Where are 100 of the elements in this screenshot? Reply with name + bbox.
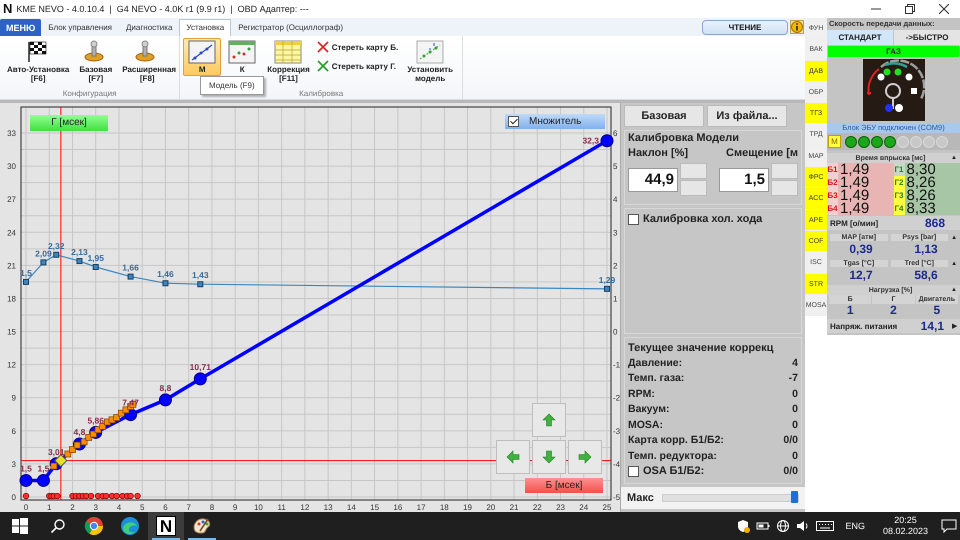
tick-label: 5	[613, 162, 618, 172]
tick-label: 4	[116, 503, 122, 512]
tick-label: 18	[7, 294, 16, 304]
tick-label: 13	[324, 503, 333, 512]
tick-label: 14	[346, 503, 356, 512]
injector-label: Б3	[827, 189, 838, 202]
tick-label: 6	[613, 129, 618, 138]
injection-value: 1,49	[838, 189, 894, 202]
data-label: 2,13	[71, 247, 88, 258]
reading-value: 1,13	[913, 242, 939, 256]
injector-label: Г4	[894, 202, 904, 215]
tick-label: -4	[613, 460, 620, 469]
tick-label: 1	[613, 294, 618, 304]
tick-label: 5	[140, 503, 144, 512]
data-label: 2,09	[35, 248, 52, 258]
group-label: Конфигурация	[62, 89, 118, 99]
injection-value: 1,49	[838, 176, 894, 189]
app-logo: N	[3, 2, 12, 16]
correction-label: RPM:	[628, 388, 655, 400]
window-title: KME NEVO - 4.0.10.4 | G4 NEVO - 4.0K r1 (9.9 r1) | OBD Адаптер: ---	[16, 4, 309, 14]
tick-label: 3	[94, 503, 98, 512]
tick-label: 11	[277, 503, 286, 512]
correction-label: MOSA:	[628, 418, 663, 431]
slider-label: Макс	[627, 492, 654, 504]
tick-label: 3	[12, 460, 16, 469]
group-title: Калибровка Модели	[628, 131, 740, 145]
tick-label: 30	[7, 162, 16, 172]
tick-label: 21	[7, 261, 16, 270]
tick-label: 27	[7, 195, 16, 204]
tick-label: 0	[24, 503, 28, 512]
injector-label: Б1	[827, 163, 838, 176]
tick-label: -1	[613, 360, 620, 370]
tick-label: 24	[579, 503, 588, 512]
tick-label: 22	[532, 503, 542, 512]
data-label: 8,8	[160, 382, 172, 393]
tick-label: 2	[70, 503, 75, 512]
reading-label: Напряж. питания	[830, 322, 898, 330]
correction-value: 0	[792, 388, 798, 400]
tick-label: 6	[163, 503, 168, 512]
tick-label: -3	[613, 426, 620, 436]
reading-value: 0,39	[848, 242, 874, 256]
reading-value: 14,1	[920, 319, 944, 333]
data-label: 1,43	[192, 270, 209, 280]
reading-value: 12,7	[848, 268, 874, 282]
field-label: Смещение [м	[726, 147, 798, 159]
injection-value: 8,30	[904, 163, 960, 176]
injection-value: 8,26	[904, 189, 960, 202]
fuel-indicator: ГАЗ	[828, 46, 959, 57]
group-label: Калибровка	[298, 89, 344, 99]
correction-value: -7	[788, 372, 798, 384]
tick-label: 10	[254, 503, 263, 512]
tick-label: 6	[12, 426, 16, 436]
axis-label: Б [мсек]	[525, 478, 603, 493]
tick-label: 21	[510, 503, 518, 512]
app-logo: N	[156, 516, 176, 536]
tick-label: 33	[7, 129, 16, 138]
reading-value: 2	[889, 304, 898, 317]
tick-label: 18	[440, 503, 449, 512]
correction-label: Карта корр. Б1/Б2:	[628, 434, 724, 446]
injector-label: Б4	[827, 202, 838, 215]
reading-value: 1	[846, 304, 854, 317]
tick-label: 23	[556, 503, 565, 512]
correction-label: Темп. газа:	[628, 372, 684, 384]
field-label: Наклон [%]	[628, 147, 688, 159]
tick-label: 17	[416, 503, 426, 512]
tick-label: 7	[186, 503, 191, 512]
tick-label: 20	[486, 503, 496, 512]
injector-label: Б2	[827, 176, 838, 189]
reading-value: 58,6	[913, 268, 939, 282]
tick-label: 24	[7, 228, 16, 238]
tick-label: 1	[47, 503, 52, 512]
injection-value: 1,49	[838, 202, 894, 215]
data-label: 5,86	[87, 415, 104, 426]
tick-label: 19	[463, 503, 472, 512]
injection-value: 8,33	[904, 202, 960, 215]
tick-label: 9	[232, 503, 238, 512]
group-title: Текущее значение коррекц	[628, 341, 774, 355]
tick-label: 12	[7, 360, 16, 370]
correction-label: Давление:	[628, 356, 682, 369]
data-label: 1,95	[87, 253, 104, 264]
tick-label: 4	[613, 195, 618, 204]
tick-label: 12	[300, 503, 310, 512]
data-label: 4,8	[74, 427, 86, 438]
tick-label: 2	[613, 261, 618, 270]
reading-value: 868	[924, 216, 945, 230]
correction-label: Темп. редуктора:	[628, 450, 717, 462]
correction-value: 0	[792, 450, 798, 462]
data-label: 1,5	[38, 463, 50, 474]
data-label: 10,71	[190, 362, 211, 372]
tick-label: 8	[210, 503, 214, 512]
tick-label: 9	[12, 394, 16, 403]
reading-label: RPM [о/мин]	[830, 218, 878, 228]
tick-label: 15	[370, 503, 380, 512]
correction-value: 0/0	[783, 465, 798, 478]
tick-label: -2	[613, 394, 620, 403]
injector-label: Г1	[894, 163, 904, 176]
axis-label: Г [мсек]	[30, 115, 108, 131]
data-label: 7,47	[122, 398, 139, 408]
data-label: 1,46	[157, 269, 174, 280]
correction-label: Вакуум:	[628, 403, 670, 416]
